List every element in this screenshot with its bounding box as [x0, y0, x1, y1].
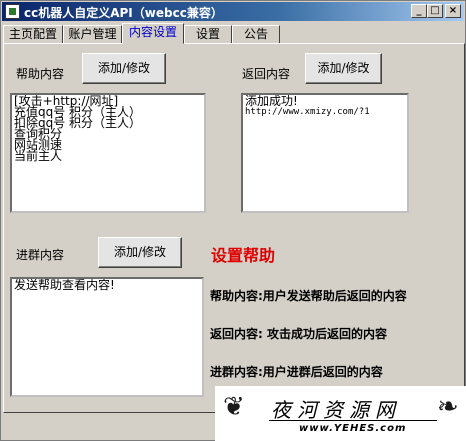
watermark-url: www.YEHES.com: [299, 423, 407, 434]
return-line: http://www.xmizy.com/?1: [245, 107, 370, 117]
tab-home-config[interactable]: 主页配置: [3, 25, 63, 44]
join-add-edit-button[interactable]: 添加/修改: [98, 237, 182, 268]
watermark-text: 夜河资源网: [271, 398, 401, 422]
help-panel-line: 返回内容: 攻击成功后返回的内容: [210, 327, 387, 341]
help-add-edit-button[interactable]: 添加/修改: [82, 53, 166, 84]
join-content-textarea[interactable]: 发送帮助查看内容!: [10, 277, 204, 397]
tab-content-settings[interactable]: 内容设置: [122, 23, 184, 44]
return-content-textarea[interactable]: 添加成功! http://www.xmizy.com/?1: [241, 93, 409, 213]
minimize-button[interactable]: _: [411, 4, 427, 18]
join-line: 发送帮助查看内容!: [14, 278, 115, 292]
app-icon: [5, 4, 20, 19]
tab-settings[interactable]: 设置: [184, 25, 232, 44]
watermark-rule: [269, 420, 437, 421]
window-title: cc机器人自定义API（webcc兼容）: [24, 6, 223, 20]
help-panel-line: 进群内容:用户进群后返回的内容: [210, 365, 383, 379]
return-content-label: 返回内容: [242, 67, 291, 81]
close-button[interactable]: ×: [445, 4, 461, 18]
return-line: 添加成功!: [245, 94, 298, 108]
title-bar[interactable]: cc机器人自定义API（webcc兼容） _ □ ×: [2, 2, 464, 21]
tab-strip: 主页配置 账户管理 内容设置 设置 公告: [3, 23, 463, 44]
help-line: 当前主人: [14, 149, 63, 163]
left-flourish-icon: ❦: [223, 392, 245, 422]
right-flourish-icon: ❧: [437, 392, 459, 422]
tab-account-management[interactable]: 账户管理: [63, 25, 122, 44]
help-content-label: 帮助内容: [16, 67, 65, 81]
join-content-label: 进群内容: [16, 248, 65, 262]
maximize-button[interactable]: □: [427, 4, 443, 18]
help-panel-line: 帮助内容:用户发送帮助后返回的内容: [210, 289, 407, 303]
return-add-edit-button[interactable]: 添加/修改: [305, 53, 382, 84]
tab-announcement[interactable]: 公告: [232, 25, 280, 44]
help-content-textarea[interactable]: [攻击+http://网址] 充值qq号 积分（主人） 扣除qq号 积分（主人）…: [10, 93, 206, 213]
app-window: cc机器人自定义API（webcc兼容） _ □ × 主页配置 账户管理 内容设…: [0, 0, 466, 441]
help-panel-title: 设置帮助: [211, 246, 276, 265]
site-watermark: ❦ 夜河资源网 www.YEHES.com ❧: [215, 386, 466, 441]
content-settings-page: 帮助内容 添加/修改 [攻击+http://网址] 充值qq号 积分（主人） 扣…: [3, 43, 465, 413]
